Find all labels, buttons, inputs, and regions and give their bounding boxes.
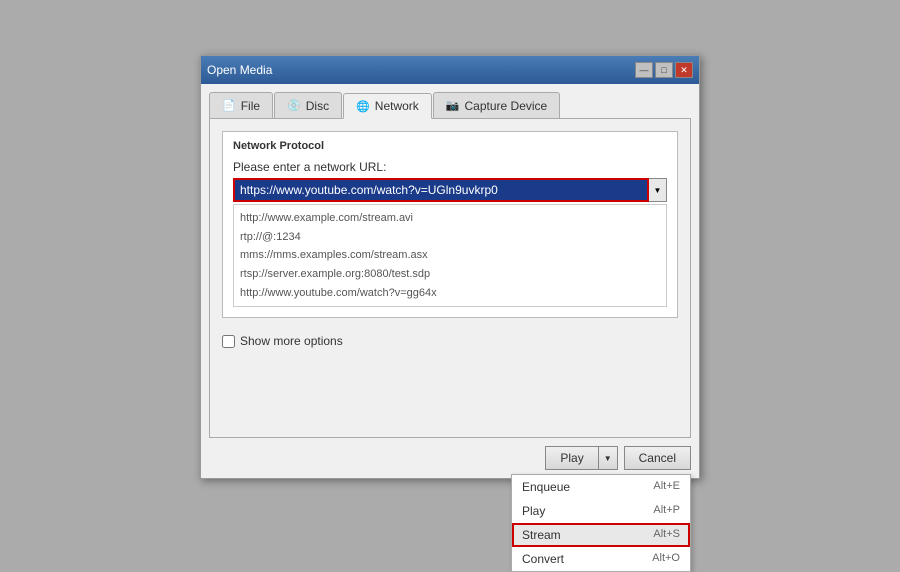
window-body: 📄 File 💿 Disc 🌐 Network 📷 Capture Device…	[201, 84, 699, 478]
content-area: Network Protocol Please enter a network …	[209, 118, 691, 438]
enqueue-menu-item[interactable]: Enqueue Alt+E	[512, 475, 690, 499]
play-label: Play	[522, 504, 545, 518]
tab-capture-label: Capture Device	[465, 99, 548, 113]
show-more-options-checkbox[interactable]	[222, 335, 235, 348]
bottom-row: Show more options	[222, 328, 678, 348]
url-dropdown-list: http://www.example.com/stream.avi rtp://…	[233, 204, 667, 307]
list-item[interactable]: http://www.example.com/stream.avi	[240, 209, 660, 228]
network-icon: 🌐	[356, 100, 370, 113]
tab-network[interactable]: 🌐 Network	[343, 93, 432, 119]
play-dropdown-menu: Enqueue Alt+E Play Alt+P Stream Alt+S Co…	[511, 474, 691, 572]
url-input-row: ▼	[233, 178, 667, 202]
tab-file[interactable]: 📄 File	[209, 92, 273, 118]
play-button-group: Play ▼	[545, 446, 617, 470]
close-button[interactable]: ✕	[675, 62, 693, 78]
list-item[interactable]: http://www.youtube.com/watch?v=gg64x	[240, 284, 660, 303]
convert-label: Convert	[522, 552, 564, 566]
url-input[interactable]	[233, 178, 649, 202]
cancel-button[interactable]: Cancel	[624, 446, 691, 470]
tab-file-label: File	[241, 99, 260, 113]
list-item[interactable]: rtsp://server.example.org:8080/test.sdp	[240, 265, 660, 284]
capture-icon: 📷	[446, 99, 460, 112]
stream-shortcut: Alt+S	[653, 528, 680, 542]
titlebar: Open Media — □ ✕	[201, 56, 699, 84]
window-title: Open Media	[207, 63, 272, 77]
play-menu-item[interactable]: Play Alt+P	[512, 499, 690, 523]
tab-capture-device[interactable]: 📷 Capture Device	[433, 92, 560, 118]
window-controls: — □ ✕	[635, 62, 693, 78]
stream-label: Stream	[522, 528, 561, 542]
tab-network-label: Network	[375, 99, 419, 113]
enqueue-shortcut: Alt+E	[653, 480, 680, 494]
play-dropdown-arrow[interactable]: ▼	[598, 446, 618, 470]
file-icon: 📄	[222, 99, 236, 112]
play-button[interactable]: Play	[545, 446, 597, 470]
restore-button[interactable]: □	[655, 62, 673, 78]
url-field-label: Please enter a network URL:	[233, 160, 667, 174]
play-shortcut: Alt+P	[653, 504, 680, 518]
network-protocol-group: Network Protocol Please enter a network …	[222, 131, 678, 318]
group-title: Network Protocol	[233, 140, 667, 152]
show-more-options-label: Show more options	[240, 334, 343, 348]
list-item[interactable]: mms://mms.examples.com/stream.asx	[240, 246, 660, 265]
list-item[interactable]: rtp://@:1234	[240, 228, 660, 247]
tab-disc[interactable]: 💿 Disc	[274, 92, 342, 118]
buttons-area: Play ▼ Cancel Enqueue Alt+E Play Alt+P S…	[209, 438, 691, 470]
show-more-options-row: Show more options	[222, 334, 343, 348]
disc-icon: 💿	[287, 99, 301, 112]
open-media-window: Open Media — □ ✕ 📄 File 💿 Disc 🌐 Network…	[200, 55, 700, 479]
tab-disc-label: Disc	[306, 99, 329, 113]
convert-menu-item[interactable]: Convert Alt+O	[512, 547, 690, 571]
tab-bar: 📄 File 💿 Disc 🌐 Network 📷 Capture Device	[209, 92, 691, 118]
enqueue-label: Enqueue	[522, 480, 570, 494]
url-dropdown-button[interactable]: ▼	[649, 178, 667, 202]
stream-menu-item[interactable]: Stream Alt+S	[512, 523, 690, 547]
convert-shortcut: Alt+O	[652, 552, 680, 566]
minimize-button[interactable]: —	[635, 62, 653, 78]
